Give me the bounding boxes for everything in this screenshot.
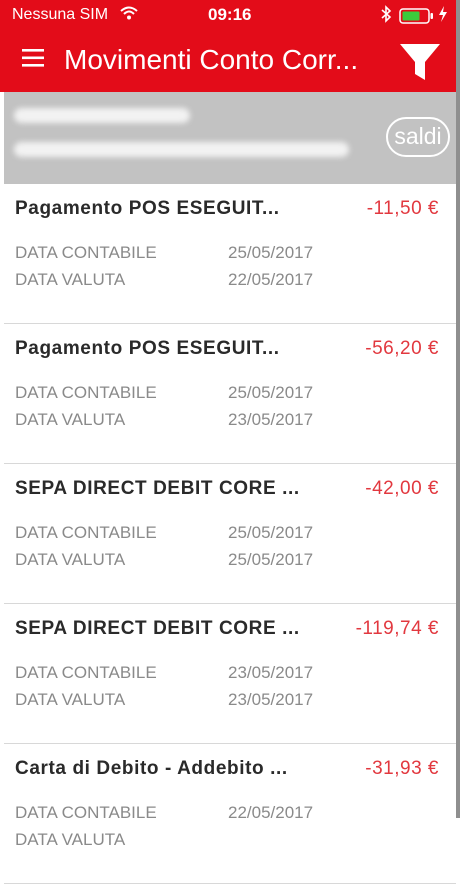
label-data-contabile: DATA CONTABILE: [15, 803, 157, 822]
value-data-valuta: 23/05/2017: [228, 410, 314, 429]
transaction-amount: -11,50 €: [366, 198, 439, 219]
transaction-list: Pagamento POS ESEGUIT... -11,50 € DATA C…: [4, 184, 456, 884]
transaction-description: SEPA DIRECT DEBIT CORE ...: [15, 478, 300, 499]
battery-icon: [399, 8, 435, 29]
page-title: Movimenti Conto Corr...: [64, 44, 359, 75]
label-data-contabile: DATA CONTABILE: [15, 383, 157, 402]
saldi-button[interactable]: saldi: [386, 117, 450, 157]
blurred-account-number: [14, 142, 349, 157]
status-bar: Nessuna SIM 09:16: [0, 0, 456, 30]
transaction-amount: -31,93 €: [365, 758, 439, 779]
value-data-contabile: 25/05/2017: [228, 383, 314, 402]
transaction-row[interactable]: SEPA DIRECT DEBIT CORE ... -119,74 € DAT…: [4, 604, 456, 744]
funnel-filter-icon[interactable]: [398, 40, 442, 84]
transaction-amount: -56,20 €: [365, 338, 439, 359]
transaction-description: Carta di Debito - Addebito ...: [15, 758, 288, 779]
account-summary: saldi: [4, 92, 456, 184]
label-data-valuta: DATA VALUTA: [15, 410, 126, 429]
hamburger-menu-icon[interactable]: [22, 47, 50, 75]
label-data-contabile: DATA CONTABILE: [15, 243, 157, 262]
transaction-description: Pagamento POS ESEGUIT...: [15, 198, 280, 219]
transaction-row[interactable]: Carta di Debito - Addebito ... -31,93 € …: [4, 744, 456, 884]
value-data-valuta: 25/05/2017: [228, 550, 314, 569]
label-data-contabile: DATA CONTABILE: [15, 663, 157, 682]
transaction-row[interactable]: Pagamento POS ESEGUIT... -56,20 € DATA C…: [4, 324, 456, 464]
label-data-valuta: DATA VALUTA: [15, 690, 126, 709]
transaction-row[interactable]: SEPA DIRECT DEBIT CORE ... -42,00 € DATA…: [4, 464, 456, 604]
carrier-label: Nessuna SIM: [12, 6, 109, 23]
label-data-contabile: DATA CONTABILE: [15, 523, 157, 542]
blurred-account-name: [14, 108, 190, 123]
top-bar: Nessuna SIM 09:16 Movimenti Conto Corr..…: [0, 0, 456, 92]
transaction-description: Pagamento POS ESEGUIT...: [15, 338, 280, 359]
app-bar: Movimenti Conto Corr...: [0, 30, 456, 92]
value-data-contabile: 25/05/2017: [228, 523, 314, 542]
label-data-valuta: DATA VALUTA: [15, 830, 126, 849]
value-data-valuta: 23/05/2017: [228, 690, 314, 709]
value-data-contabile: 25/05/2017: [228, 243, 314, 262]
transaction-amount: -119,74 €: [355, 618, 439, 639]
charging-bolt-icon: [438, 5, 448, 28]
transaction-row[interactable]: Pagamento POS ESEGUIT... -11,50 € DATA C…: [4, 184, 456, 324]
bluetooth-icon: [380, 5, 392, 28]
transaction-description: SEPA DIRECT DEBIT CORE ...: [15, 618, 300, 639]
label-data-valuta: DATA VALUTA: [15, 550, 126, 569]
label-data-valuta: DATA VALUTA: [15, 270, 126, 289]
value-data-contabile: 22/05/2017: [228, 803, 314, 822]
value-data-contabile: 23/05/2017: [228, 663, 314, 682]
clock-time: 09:16: [208, 5, 252, 24]
wifi-icon: [120, 6, 138, 25]
value-data-valuta: 22/05/2017: [228, 270, 314, 289]
transaction-amount: -42,00 €: [365, 478, 439, 499]
